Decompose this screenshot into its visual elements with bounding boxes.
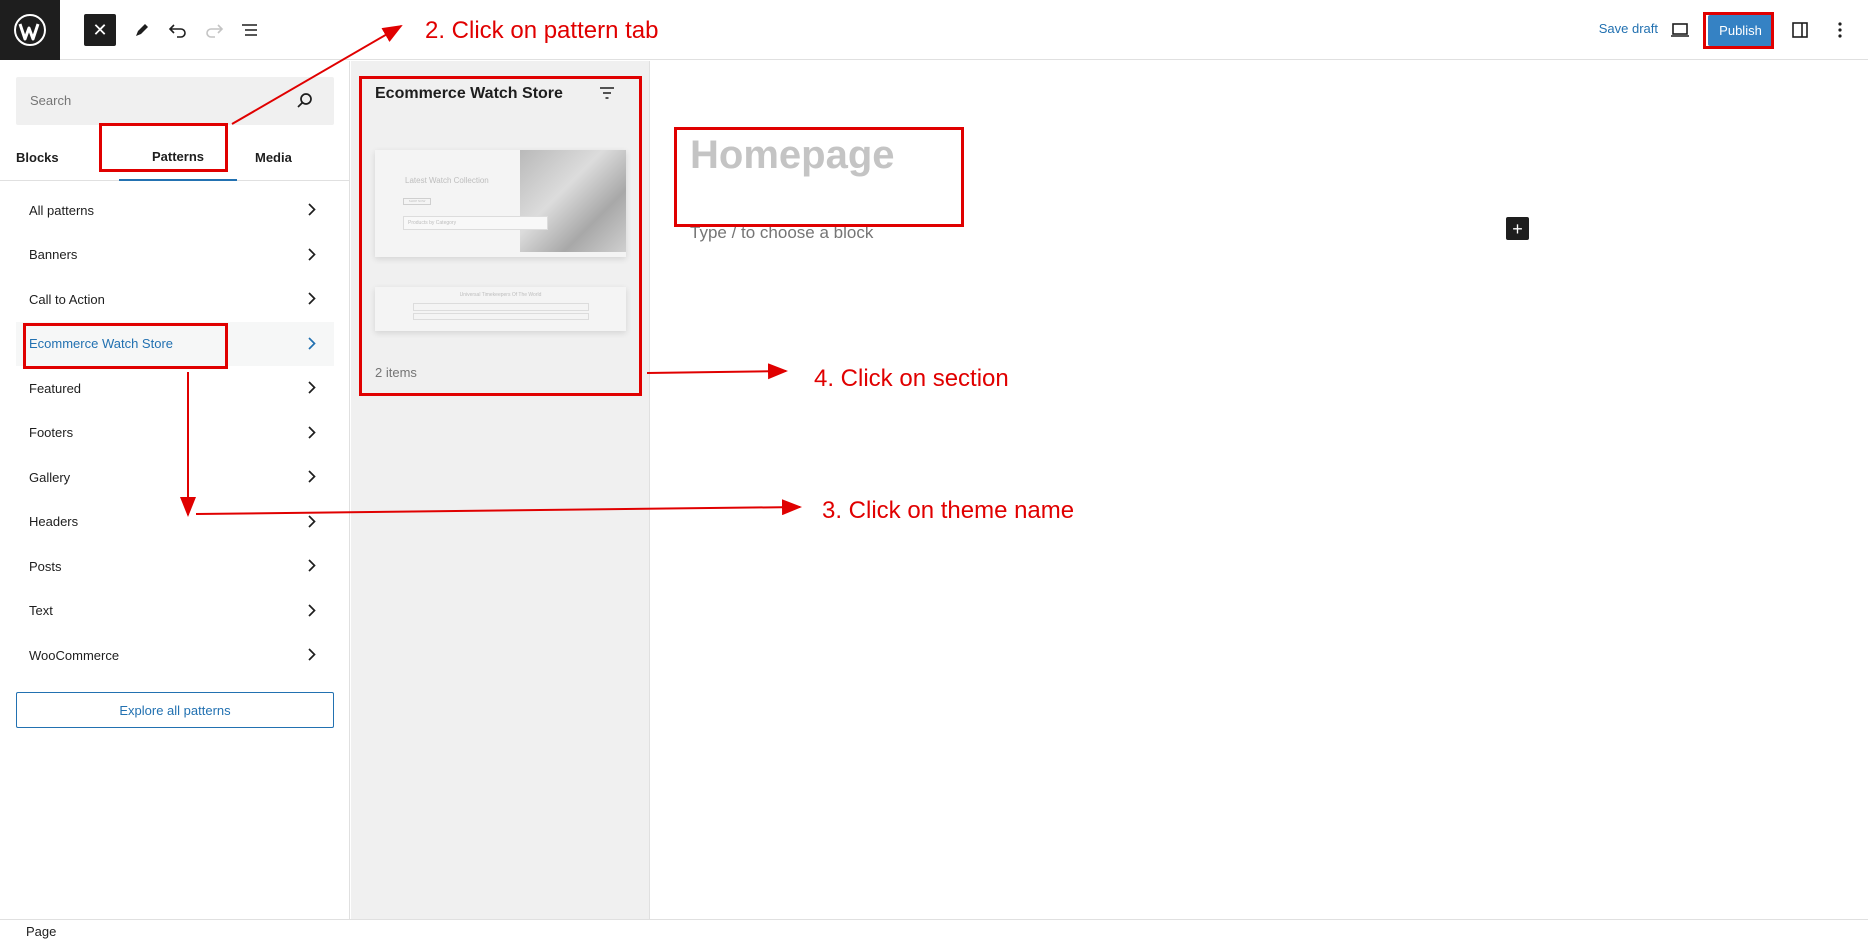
annotation-box bbox=[359, 76, 642, 396]
close-inserter-button[interactable]: ✕ bbox=[84, 14, 116, 46]
chevron-right-icon bbox=[308, 203, 316, 219]
annotation-step2: 2. Click on pattern tab bbox=[425, 17, 659, 44]
chevron-right-icon bbox=[308, 470, 316, 486]
chevron-right-icon bbox=[308, 425, 316, 442]
pencil-tool-icon[interactable] bbox=[124, 12, 160, 48]
category-item[interactable]: Footers bbox=[16, 411, 334, 456]
annotation-box bbox=[23, 323, 228, 369]
add-block-icon[interactable]: + bbox=[1506, 217, 1529, 240]
chevron-right-icon bbox=[308, 381, 316, 397]
category-label: Banners bbox=[29, 247, 78, 263]
annotation-box bbox=[674, 127, 964, 227]
undo-icon[interactable] bbox=[160, 12, 196, 48]
wordpress-logo-icon[interactable] bbox=[0, 0, 60, 60]
chevron-right-icon bbox=[308, 603, 316, 620]
top-toolbar: ✕ Save draft Publish bbox=[0, 0, 1868, 60]
category-item[interactable]: Call to Action bbox=[16, 277, 334, 322]
explore-all-patterns-button[interactable]: Explore all patterns bbox=[16, 692, 334, 728]
tab-media[interactable]: Media bbox=[255, 133, 292, 181]
breadcrumb[interactable]: Page bbox=[26, 924, 56, 939]
search-input[interactable]: Search bbox=[16, 77, 334, 125]
tab-blocks[interactable]: Blocks bbox=[16, 133, 59, 181]
save-draft-button[interactable]: Save draft bbox=[1599, 21, 1658, 36]
category-item[interactable]: All patterns bbox=[16, 188, 334, 233]
category-label: All patterns bbox=[29, 202, 95, 218]
annotation-step3: 3. Click on theme name bbox=[822, 497, 1075, 524]
category-label: Text bbox=[29, 603, 53, 619]
options-menu-icon[interactable] bbox=[1822, 12, 1858, 48]
settings-sidebar-icon[interactable] bbox=[1782, 12, 1818, 48]
category-item[interactable]: Text bbox=[16, 589, 334, 634]
annotation-box bbox=[1703, 12, 1774, 49]
category-label: Posts bbox=[29, 558, 62, 574]
category-item[interactable]: Posts bbox=[16, 544, 334, 589]
category-label: Call to Action bbox=[29, 291, 105, 307]
category-item[interactable]: Gallery bbox=[16, 455, 334, 500]
category-item[interactable]: Headers bbox=[16, 500, 334, 545]
preview-device-icon[interactable] bbox=[1662, 12, 1698, 48]
chevron-right-icon bbox=[308, 648, 316, 664]
category-label: Footers bbox=[29, 425, 74, 441]
block-inserter-sidebar: Search Blocks Patterns Media All pattern… bbox=[0, 61, 350, 919]
category-label: Headers bbox=[29, 514, 79, 530]
category-item[interactable]: Banners bbox=[16, 233, 334, 278]
annotation-step4: 4. Click on section bbox=[814, 365, 1009, 392]
category-item[interactable]: WooCommerce bbox=[16, 633, 334, 678]
document-overview-icon[interactable] bbox=[232, 12, 268, 48]
chevron-right-icon bbox=[308, 559, 316, 575]
category-label: WooCommerce bbox=[29, 647, 120, 663]
annotation-box bbox=[99, 123, 228, 172]
chevron-right-icon bbox=[308, 336, 316, 353]
category-label: Gallery bbox=[29, 469, 71, 485]
chevron-right-icon bbox=[308, 247, 316, 264]
status-footer: Page bbox=[0, 919, 1868, 944]
chevron-right-icon bbox=[308, 292, 316, 308]
category-item[interactable]: Featured bbox=[16, 366, 334, 411]
search-placeholder: Search bbox=[30, 93, 72, 108]
pattern-category-list: All patterns Banners Call to Action Ecom… bbox=[16, 188, 334, 678]
redo-icon[interactable] bbox=[196, 12, 232, 48]
chevron-right-icon bbox=[308, 514, 316, 531]
search-icon bbox=[296, 91, 314, 114]
category-label: Featured bbox=[29, 380, 82, 396]
